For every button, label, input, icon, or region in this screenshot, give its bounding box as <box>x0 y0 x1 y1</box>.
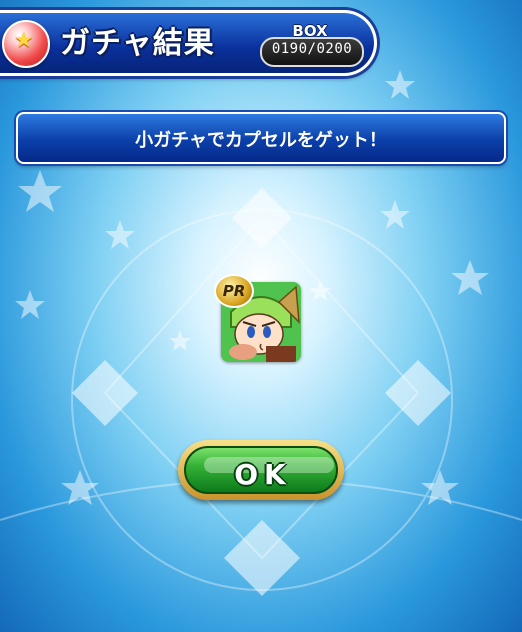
pr-badge-icon: PR <box>214 274 254 308</box>
bg-star <box>18 170 62 212</box>
star-icon: ★ <box>14 28 34 53</box>
bg-star <box>169 330 191 351</box>
bg-star <box>385 70 415 99</box>
ok-button-label: OK <box>234 458 292 491</box>
box-counter: 0190/0200 <box>271 41 353 57</box>
bg-star <box>380 200 410 229</box>
gacha-result-screen: ★ ガチャ結果 BOX 0190/0200 小ガチャでカプセルをゲット！ PR … <box>0 0 522 632</box>
ok-button-face[interactable]: OK <box>184 446 338 494</box>
bg-star <box>451 260 489 295</box>
bg-star <box>15 290 45 319</box>
ok-button[interactable]: OK <box>178 440 344 500</box>
result-message: 小ガチャでカプセルをゲット！ <box>135 130 387 151</box>
gacha-capsule-icon: ★ <box>2 20 50 68</box>
page-title: ガチャ結果 <box>60 26 215 61</box>
result-banner: 小ガチャでカプセルをゲット！ <box>16 112 506 164</box>
bg-star <box>105 220 135 249</box>
bg-star <box>309 280 331 301</box>
